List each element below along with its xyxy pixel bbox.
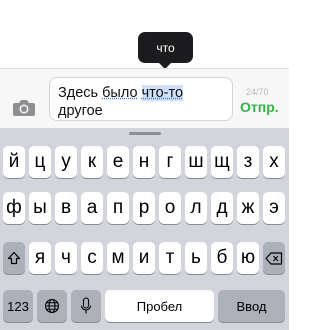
key[interactable]: ю <box>237 242 259 274</box>
underlined-word: было <box>102 85 138 101</box>
key[interactable]: н <box>133 146 155 178</box>
key[interactable]: э <box>263 192 285 224</box>
key[interactable]: а <box>81 192 103 224</box>
message-input[interactable]: Здесь было что-то другое <box>49 77 233 121</box>
key[interactable]: е <box>107 146 129 178</box>
key[interactable]: ч <box>55 242 77 274</box>
key[interactable]: т <box>159 242 181 274</box>
camera-icon[interactable] <box>12 99 36 117</box>
message-text-start: Здесь <box>58 85 103 101</box>
key[interactable]: г <box>159 146 181 178</box>
key[interactable]: я <box>29 242 51 274</box>
key[interactable]: ы <box>29 192 51 224</box>
key[interactable]: й <box>3 146 25 178</box>
microphone-icon <box>80 297 92 314</box>
key[interactable]: з <box>237 146 259 178</box>
key[interactable]: щ <box>211 146 233 178</box>
backspace-icon <box>265 251 283 265</box>
key[interactable]: ф <box>3 192 25 224</box>
message-text-line2: другое <box>58 103 103 119</box>
key[interactable]: ц <box>29 146 51 178</box>
keyboard: й ц у к е н г ш щ з х ф ы в а п р о л д … <box>0 128 289 330</box>
key[interactable]: х <box>263 146 285 178</box>
key[interactable]: р <box>133 192 155 224</box>
space-key[interactable]: Пробел <box>105 290 214 322</box>
selected-word[interactable]: что-то <box>141 85 184 101</box>
key[interactable]: м <box>107 242 129 274</box>
tooltip-label: что <box>156 40 175 55</box>
key[interactable]: с <box>81 242 103 274</box>
send-button[interactable]: Отпр. <box>240 99 279 115</box>
dictation-key[interactable] <box>71 290 101 322</box>
globe-icon <box>44 298 60 314</box>
shift-key[interactable] <box>3 242 25 274</box>
globe-key[interactable] <box>37 290 67 322</box>
message-space <box>138 85 142 101</box>
key[interactable]: к <box>81 146 103 178</box>
key[interactable]: в <box>55 192 77 224</box>
key[interactable]: л <box>185 192 207 224</box>
key[interactable]: ж <box>237 192 259 224</box>
backspace-key[interactable] <box>263 242 285 274</box>
key[interactable]: о <box>159 192 181 224</box>
key[interactable]: б <box>211 242 233 274</box>
message-composer: Здесь было что-то другое 24/70 Отпр. <box>0 68 289 128</box>
key[interactable]: ь <box>185 242 207 274</box>
predictive-tooltip[interactable]: что <box>138 32 193 63</box>
keyboard-grabber[interactable] <box>129 132 161 135</box>
key[interactable]: ш <box>185 146 207 178</box>
shift-icon <box>7 251 21 265</box>
key[interactable]: и <box>133 242 155 274</box>
numbers-key[interactable]: 123 <box>3 290 33 322</box>
key[interactable]: у <box>55 146 77 178</box>
char-counter: 24/70 <box>246 87 269 97</box>
return-key[interactable]: Ввод <box>218 290 285 322</box>
key[interactable]: п <box>107 192 129 224</box>
key[interactable]: д <box>211 192 233 224</box>
